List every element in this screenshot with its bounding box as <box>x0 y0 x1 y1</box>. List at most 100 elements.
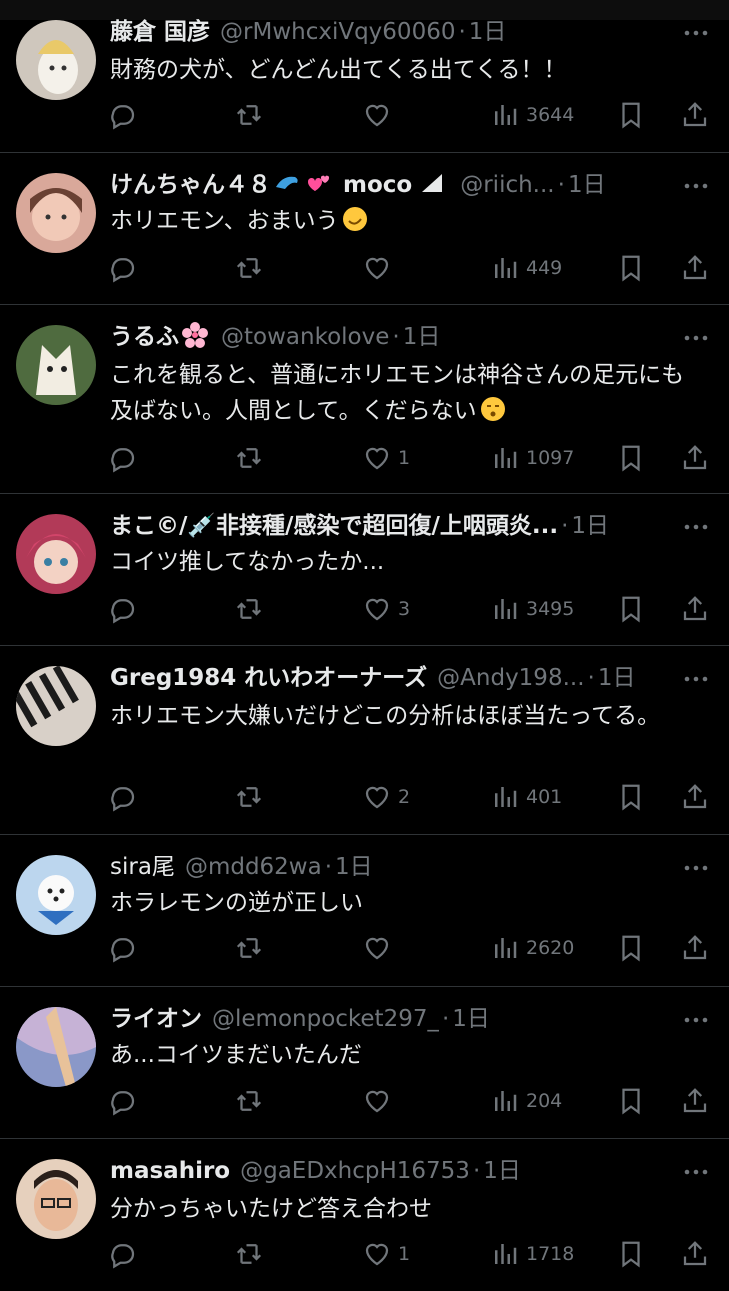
share-button[interactable] <box>680 780 710 814</box>
bookmark-button[interactable] <box>616 592 646 626</box>
avatar[interactable] <box>16 173 96 253</box>
retweet-button[interactable] <box>234 780 264 814</box>
author-name[interactable]: masahiro <box>110 1155 230 1187</box>
author-handle[interactable]: @gaEDxhcpH16753 <box>240 1155 470 1187</box>
reply-button[interactable] <box>108 98 138 132</box>
share-button[interactable] <box>680 441 710 475</box>
avatar[interactable] <box>16 855 96 935</box>
bookmark-button[interactable] <box>616 251 646 285</box>
like-button[interactable]: 1 <box>362 441 410 475</box>
like-button[interactable] <box>362 1084 398 1118</box>
views-button[interactable]: 401 <box>490 780 562 814</box>
avatar[interactable] <box>16 1007 96 1087</box>
author-name[interactable]: 藤倉 国彦 <box>110 16 210 48</box>
avatar[interactable] <box>16 514 96 594</box>
bookmark-button[interactable] <box>616 931 646 965</box>
tweet[interactable]: まこ©/💉非接種/感染で超回復/上咽頭炎... · 1日 コイツ推してなかったか… <box>0 494 729 646</box>
retweet-button[interactable] <box>234 98 264 132</box>
views-icon <box>495 105 517 125</box>
views-button[interactable]: 3644 <box>490 98 574 132</box>
like-button[interactable]: 3 <box>362 592 410 626</box>
views-button[interactable]: 1097 <box>490 441 574 475</box>
more-icon[interactable] <box>681 853 711 883</box>
author-handle[interactable]: @riich... <box>460 169 554 201</box>
share-button[interactable] <box>680 592 710 626</box>
author-handle[interactable]: @Andy198... <box>437 662 584 694</box>
bookmark-button[interactable] <box>616 1084 646 1118</box>
like-button[interactable] <box>362 98 398 132</box>
author-name[interactable]: sira尾 <box>110 851 175 883</box>
author-handle[interactable]: @lemonpocket297_ <box>212 1003 439 1035</box>
share-button[interactable] <box>680 98 710 132</box>
reply-button[interactable] <box>108 780 138 814</box>
timestamp[interactable]: 1日 <box>403 321 441 353</box>
avatar[interactable] <box>16 666 96 746</box>
author-handle[interactable]: @rMwhcxiVqy60060 <box>220 16 455 48</box>
views-button[interactable]: 204 <box>490 1084 562 1118</box>
tweet[interactable]: けんちゃん４８ moco @riich... · 1日 ホリエモン、おまいう 4… <box>0 153 729 305</box>
like-button[interactable]: 1 <box>362 1237 410 1271</box>
views-button[interactable]: 1718 <box>490 1237 574 1271</box>
avatar[interactable] <box>16 1159 96 1239</box>
more-icon[interactable] <box>681 1157 711 1187</box>
reply-button[interactable] <box>108 592 138 626</box>
reply-button[interactable] <box>108 1237 138 1271</box>
bookmark-button[interactable] <box>616 1237 646 1271</box>
reply-button[interactable] <box>108 441 138 475</box>
retweet-button[interactable] <box>234 1084 264 1118</box>
tweet[interactable]: sira尾 @mdd62wa · 1日 ホラレモンの逆が正しい 2620 <box>0 835 729 987</box>
like-button[interactable] <box>362 931 398 965</box>
avatar[interactable] <box>16 20 96 100</box>
author-name[interactable]: まこ©/💉非接種/感染で超回復/上咽頭炎... <box>110 510 558 542</box>
share-button[interactable] <box>680 251 710 285</box>
more-icon[interactable] <box>681 1005 711 1035</box>
retweet-button[interactable] <box>234 441 264 475</box>
avatar[interactable] <box>16 325 96 405</box>
retweet-button[interactable] <box>234 251 264 285</box>
more-icon[interactable] <box>681 512 711 542</box>
reply-icon <box>111 105 135 130</box>
share-button[interactable] <box>680 1237 710 1271</box>
views-button[interactable]: 2620 <box>490 931 574 965</box>
more-icon[interactable] <box>681 664 711 694</box>
views-button[interactable]: 3495 <box>490 592 574 626</box>
timestamp[interactable]: 1日 <box>335 851 373 883</box>
tweet[interactable]: うるふ @towankolove · 1日 これを観ると、普通にホリエモンは神谷… <box>0 305 729 494</box>
views-button[interactable]: 449 <box>490 251 562 285</box>
like-button[interactable] <box>362 251 398 285</box>
more-icon[interactable] <box>681 18 711 48</box>
tweet[interactable]: masahiro @gaEDxhcpH16753 · 1日 分かっちゃいたけど答… <box>0 1139 729 1291</box>
reply-button[interactable] <box>108 931 138 965</box>
bookmark-button[interactable] <box>616 441 646 475</box>
share-button[interactable] <box>680 931 710 965</box>
reply-button[interactable] <box>108 1084 138 1118</box>
timestamp[interactable]: 1日 <box>483 1155 521 1187</box>
author-name[interactable]: Greg1984 れいわオーナーズ <box>110 662 427 694</box>
tweet[interactable]: 藤倉 国彦 @rMwhcxiVqy60060 · 1日 財務の犬が、どんどん出て… <box>0 0 729 153</box>
more-icon[interactable] <box>681 171 711 201</box>
share-icon <box>683 102 707 127</box>
reply-button[interactable] <box>108 251 138 285</box>
timestamp[interactable]: 1日 <box>452 1003 490 1035</box>
more-icon[interactable] <box>681 323 711 353</box>
bookmark-button[interactable] <box>616 780 646 814</box>
author-name[interactable]: けんちゃん４８ moco <box>110 169 446 201</box>
retweet-button[interactable] <box>234 1237 264 1271</box>
tweet[interactable]: Greg1984 れいわオーナーズ @Andy198... · 1日 ホリエモン… <box>0 646 729 835</box>
retweet-button[interactable] <box>234 592 264 626</box>
timestamp[interactable]: 1日 <box>598 662 636 694</box>
bookmark-button[interactable] <box>616 98 646 132</box>
author-name[interactable]: うるふ <box>110 321 211 353</box>
author-handle[interactable]: @towankolove <box>221 321 389 353</box>
timestamp[interactable]: 1日 <box>571 510 609 542</box>
author-handle[interactable]: @mdd62wa <box>185 851 322 883</box>
share-button[interactable] <box>680 1084 710 1118</box>
tweet[interactable]: ライオン @lemonpocket297_ · 1日 あ...コイツまだいたんだ… <box>0 987 729 1139</box>
reply-icon <box>111 448 135 473</box>
timestamp[interactable]: 1日 <box>469 16 507 48</box>
timestamp[interactable]: 1日 <box>568 169 606 201</box>
retweet-button[interactable] <box>234 931 264 965</box>
view-count: 1097 <box>526 447 575 469</box>
like-button[interactable]: 2 <box>362 780 410 814</box>
author-name[interactable]: ライオン <box>110 1003 202 1035</box>
